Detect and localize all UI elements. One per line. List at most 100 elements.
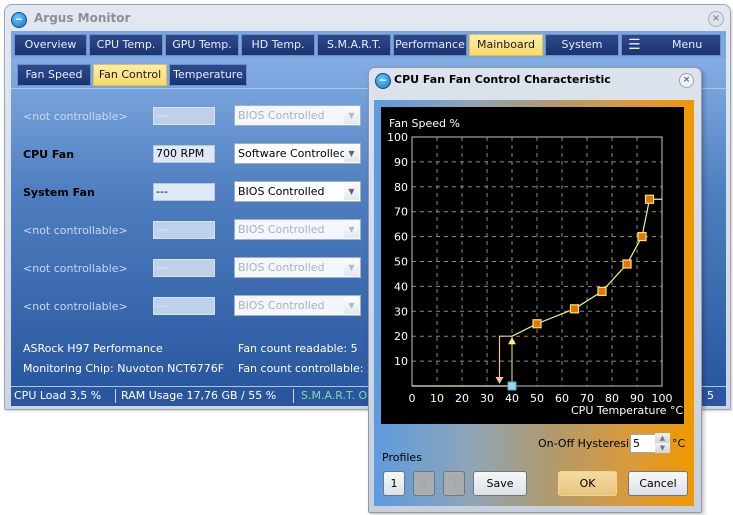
divider [293,389,294,403]
x-tick-label: 80 [605,392,619,405]
x-tick-label: 50 [530,392,544,405]
y-tick-label: 100 [387,131,408,144]
divider [115,389,116,403]
close-icon[interactable]: × [708,11,724,27]
ok-button[interactable]: OK [558,471,617,496]
title-bar: ~ Argus Monitor × [5,5,730,31]
y-tick-label: 40 [394,280,408,293]
control-point[interactable] [532,319,542,329]
fan-rpm: 700 RPM [153,145,215,163]
fan-mode-value: Software Controlled [238,147,347,160]
tab-overview[interactable]: Overview [14,34,87,56]
fan-mode-select[interactable]: Software Controlled ▼ [234,143,361,164]
fan-row: <not controllable> --- BIOS Controlled ▼ [11,105,371,129]
on-threshold-arrow [508,337,516,345]
profiles-label: Profiles [382,451,422,464]
tab-performance[interactable]: Performance [393,34,467,56]
spin-down-icon[interactable]: ▼ [655,443,670,453]
x-tick-label: 10 [430,392,444,405]
ram-usage: RAM Usage 17,76 GB / 55 % [121,389,277,402]
profile-1-button[interactable]: 1 [383,471,405,496]
fan-rpm: --- [153,297,215,315]
fan-name: <not controllable> [23,224,128,237]
control-point[interactable] [622,259,632,269]
chevron-down-icon[interactable]: ▼ [344,183,359,200]
chevron-down-icon[interactable]: ▼ [344,145,359,162]
chevron-down-icon: ▼ [344,221,359,238]
hysteresis-input[interactable]: 5 [630,434,656,453]
y-tick-label: 70 [394,206,408,219]
fan-rpm: --- [153,183,215,201]
tab-hd-temp[interactable]: HD Temp. [241,34,315,56]
tab-smart[interactable]: S.M.A.R.T. [317,34,391,56]
profile-2-button: 2 [413,471,435,496]
hysteresis-spinner[interactable]: ▲ ▼ [655,433,670,453]
profile-3-button: 3 [443,471,465,496]
fan-row: <not controllable> --- BIOS Controlled ▼ [11,219,371,243]
fan-mode-select: BIOS Controlled ▼ [234,295,361,316]
fan-curve-chart[interactable]: Fan Speed % CPU Temperature °C 0 10 20 30 40… [381,107,684,424]
fan-row: CPU Fan 700 RPM Software Controlled ▼ [11,143,371,167]
fan-row: <not controllable> --- BIOS Controlled ▼ [11,295,371,319]
control-point[interactable] [637,231,647,242]
y-tick-label: 20 [394,330,408,343]
x-tick-label: 20 [455,392,469,405]
control-point[interactable] [597,286,607,296]
chevron-down-icon: ▼ [344,107,359,124]
y-tick-label: 60 [394,231,408,244]
fan-mode-select: BIOS Controlled ▼ [234,105,361,126]
fan-name: <not controllable> [23,300,128,313]
fan-control-dialog: ~ CPU Fan Fan Control Characteristic × F… [368,67,702,513]
tab-mainboard[interactable]: Mainboard [469,34,543,56]
cancel-button[interactable]: Cancel [628,471,688,496]
y-tick-label: 90 [394,156,408,169]
fan-name: System Fan [23,186,95,199]
menu-button[interactable]: ☰ Menu [621,34,721,56]
off-threshold-arrow [495,377,504,384]
status-trailing: 5 [707,389,714,402]
tab-cpu-temp[interactable]: CPU Temp. [89,34,163,56]
argus-logo-icon: ~ [11,12,27,28]
fan-mode-select: BIOS Controlled ▼ [234,219,361,240]
fan-rpm: --- [153,221,215,239]
cpu-load: CPU Load 3,5 % [14,389,102,402]
tab-gpu-temp[interactable]: GPU Temp. [165,34,239,56]
dialog-body: Fan Speed % CPU Temperature °C 0 10 20 30 40… [374,100,694,506]
x-tick-label: 90 [630,392,644,405]
y-tick-label: 30 [394,305,408,318]
control-point[interactable] [569,304,580,314]
spin-up-icon[interactable]: ▲ [655,433,670,443]
control-point[interactable] [644,194,655,204]
x-axis-label: CPU Temperature °C [571,404,684,417]
fan-name: CPU Fan [23,148,75,161]
fan-mode-value: BIOS Controlled [238,185,325,198]
x-tick-label: 70 [580,392,594,405]
x-tick-label: 30 [480,392,494,405]
y-tick-label: 80 [394,181,408,194]
fan-name: <not controllable> [23,110,128,123]
x-tick-label: 0 [409,392,416,405]
subtab-temperature[interactable]: Temperature [169,64,247,86]
subtab-fan-speed[interactable]: Fan Speed [17,64,91,86]
chart-svg[interactable]: Fan Speed % CPU Temperature °C 0 10 20 30 40… [381,107,684,424]
x-tick-label: 60 [555,392,569,405]
argus-logo-icon: ~ [375,73,391,89]
x-tick-label: 40 [505,392,519,405]
fan-row: System Fan --- BIOS Controlled ▼ [11,181,371,205]
fan-row: <not controllable> --- BIOS Controlled ▼ [11,257,371,281]
fan-count-controllable: Fan count controllable: 2 [238,362,374,375]
chevron-down-icon: ▼ [344,297,359,314]
tab-system[interactable]: System [545,34,619,56]
fan-name: <not controllable> [23,262,128,275]
hamburger-menu-icon: ☰ [628,37,641,53]
y-tick-label: 50 [394,256,408,269]
save-button[interactable]: Save [473,471,527,496]
fan-mode-select: BIOS Controlled ▼ [234,257,361,278]
close-icon[interactable]: × [679,73,694,88]
subtab-fan-control[interactable]: Fan Control [93,64,167,86]
main-nav: Overview CPU Temp. GPU Temp. HD Temp. S.… [11,31,726,59]
start-point[interactable] [507,381,517,391]
fan-mode-select[interactable]: BIOS Controlled ▼ [234,181,361,202]
x-tick-label: 100 [652,392,673,405]
fan-mode-value: BIOS Controlled [238,299,325,312]
